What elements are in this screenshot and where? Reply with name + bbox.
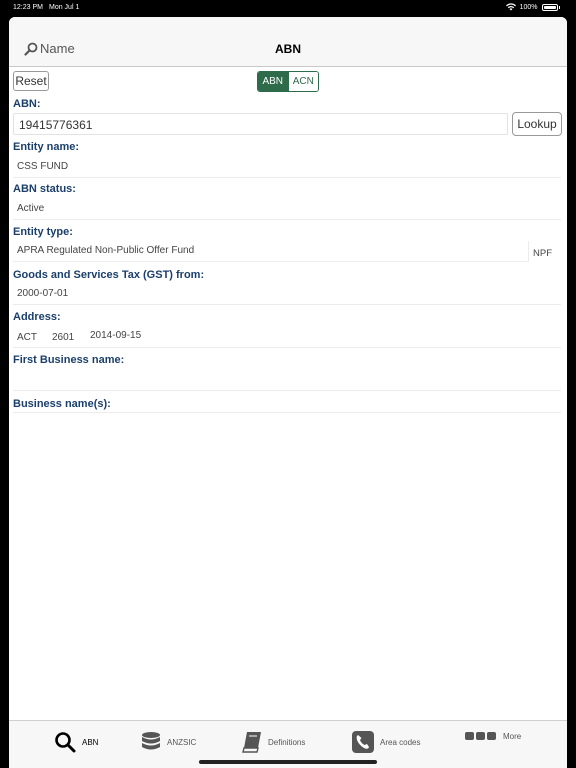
gst-from-value: 2000-07-01 [17, 288, 69, 299]
database-icon [142, 732, 160, 750]
address-label: Address: [13, 311, 61, 323]
search-icon [55, 732, 76, 753]
address-state: ACT [17, 332, 37, 343]
tab-definitions[interactable]: Definitions [242, 731, 305, 753]
status-date: Mon Jul 1 [49, 4, 80, 11]
tab-more[interactable]: More [465, 731, 521, 741]
entity-type-label: Entity type: [13, 226, 73, 238]
tab-area-codes[interactable]: Area codes [352, 731, 420, 753]
entity-name-value: CSS FUND [17, 161, 69, 172]
book-icon [242, 732, 261, 753]
reset-button[interactable]: Reset [13, 71, 49, 91]
abn-acn-segmented-control: ABN ACN [257, 71, 319, 92]
wifi-icon [505, 3, 516, 11]
tab-definitions-label: Definitions [268, 737, 306, 747]
tab-anzsic-label: ANZSIC [167, 737, 197, 747]
abn-input[interactable]: 19415776361 [13, 113, 508, 135]
segment-acn[interactable]: ACN [287, 72, 318, 91]
page-title: ABN [275, 42, 301, 56]
abn-status-row: Active [13, 198, 561, 220]
battery-percent: 100% [519, 3, 538, 11]
phone-icon [352, 731, 374, 753]
address-row: ACT 2601 2014-09-15 [13, 326, 561, 348]
status-bar: 12:23 PM Mon Jul 1 100% [0, 0, 576, 16]
first-business-name-label: First Business name: [13, 354, 125, 366]
abn-status-label: ABN status: [13, 183, 76, 195]
tab-abn-label: ABN [82, 737, 99, 747]
first-business-name-row [13, 369, 561, 391]
business-names-row [13, 391, 561, 413]
gst-label: Goods and Services Tax (GST) from: [13, 269, 205, 281]
navigation-bar: Name ABN [9, 17, 567, 67]
entity-type-value: APRA Regulated Non-Public Offer Fund [13, 241, 529, 262]
home-indicator [199, 760, 377, 764]
entity-name-label: Entity name: [13, 141, 80, 153]
abn-status-value: Active [17, 203, 45, 214]
more-icon [465, 732, 496, 740]
app-screen: Name ABN Reset ABN ACN ABN: 19415776361 … [9, 17, 567, 768]
tab-area-codes-label: Area codes [380, 737, 421, 747]
tab-anzsic[interactable]: ANZSIC [141, 731, 196, 753]
address-postcode: 2601 [52, 332, 75, 343]
segment-abn[interactable]: ABN [258, 72, 288, 91]
lookup-button[interactable]: Lookup [512, 112, 562, 136]
tab-more-label: More [503, 731, 522, 741]
entity-type-code: NPF [533, 248, 552, 259]
tab-abn[interactable]: ABN [54, 731, 98, 753]
address-date: 2014-09-15 [90, 330, 142, 341]
gst-row: 2000-07-01 [13, 283, 561, 305]
status-time: 12:23 PM [13, 4, 43, 11]
battery-icon [541, 3, 558, 11]
abn-label: ABN: [13, 98, 41, 110]
status-right: 100% [505, 3, 560, 11]
entity-name-row: CSS FUND [13, 156, 561, 178]
